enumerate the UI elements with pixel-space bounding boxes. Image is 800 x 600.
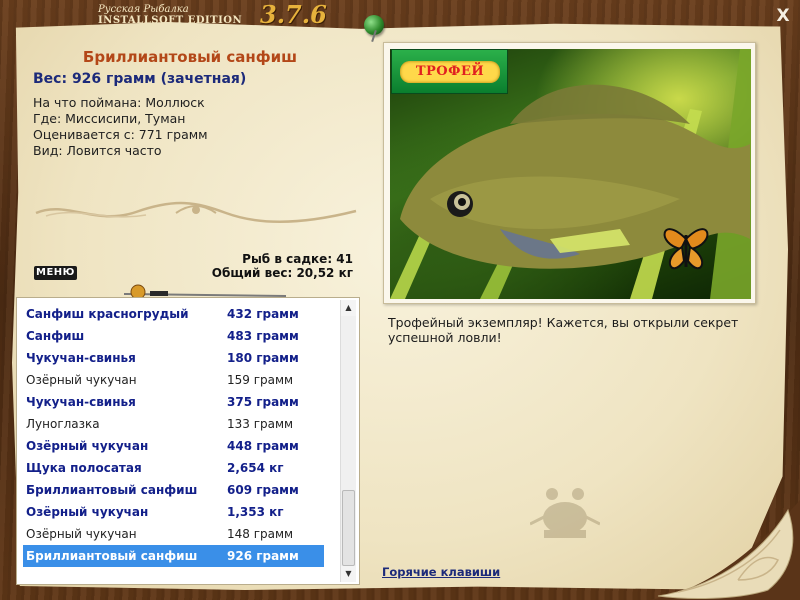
list-item-weight: 2,654 кг bbox=[227, 461, 284, 475]
scroll-down-arrow-icon[interactable]: ▼ bbox=[341, 566, 356, 582]
logo-line-1: Русская Рыбалка bbox=[98, 4, 189, 15]
trophy-badge-label: ТРОФЕЙ bbox=[400, 61, 500, 83]
trophy-description: Трофейный экземпляр! Кажется, вы открыли… bbox=[388, 315, 739, 345]
list-item[interactable]: Чукучан-свинья 375 грамм bbox=[23, 391, 323, 413]
list-item-name: Озёрный чукучан bbox=[26, 439, 149, 453]
scroll-up-arrow-icon[interactable]: ▲ bbox=[341, 300, 356, 316]
list-item-name: Бриллиантовый санфиш bbox=[26, 483, 198, 497]
list-item-weight: 1,353 кг bbox=[227, 505, 284, 519]
list-item-weight: 609 грамм bbox=[227, 483, 299, 497]
trophy-badge: ТРОФЕЙ bbox=[391, 49, 508, 94]
catch-count: Рыб в садке: 41 bbox=[242, 252, 353, 266]
list-item-name: Чукучан-свинья bbox=[26, 351, 136, 365]
catch-list[interactable]: Санфиш красногрудый 432 грамм Санфиш 483 гр… bbox=[16, 297, 360, 585]
list-item-name: Озёрный чукучан bbox=[26, 527, 137, 541]
list-item[interactable]: Санфиш 483 грамм bbox=[23, 325, 323, 347]
list-item-name: Санфиш красногрудый bbox=[26, 307, 189, 321]
list-item-name: Чукучан-свинья bbox=[26, 395, 136, 409]
list-item-name: Щука полосатая bbox=[26, 461, 142, 475]
scrollbar-thumb[interactable] bbox=[342, 490, 355, 566]
fish-valued: Оценивается с: 771 грамм bbox=[33, 127, 208, 142]
list-item-weight: 926 грамм bbox=[227, 549, 299, 563]
logo-version: 3.7.6 bbox=[260, 0, 327, 29]
list-item-weight: 375 грамм bbox=[227, 395, 299, 409]
list-item-name: Бриллиантовый санфиш bbox=[26, 549, 198, 563]
list-item[interactable]: Озёрный чукучан 159 грамм bbox=[23, 369, 323, 391]
page-curl-icon bbox=[648, 500, 800, 600]
hotkeys-link[interactable]: Горячие клавиши bbox=[382, 565, 500, 579]
list-item-weight: 432 грамм bbox=[227, 307, 299, 321]
list-item-weight: 148 грамм bbox=[227, 527, 294, 541]
list-item-weight: 448 грамм bbox=[227, 439, 299, 453]
fish-bait: На что поймана: Моллюск bbox=[33, 95, 205, 110]
list-item-weight: 133 грамм bbox=[227, 417, 294, 431]
list-item-weight: 159 грамм bbox=[227, 373, 294, 387]
list-item[interactable]: Озёрный чукучан 1,353 кг bbox=[23, 501, 323, 523]
ornament-divider-icon bbox=[35, 201, 357, 223]
close-button[interactable]: X bbox=[773, 6, 793, 26]
list-item[interactable]: Озёрный чукучан 448 грамм bbox=[23, 435, 323, 457]
fish-name: Бриллиантовый санфиш bbox=[82, 48, 298, 66]
list-item[interactable]: Санфиш красногрудый 432 грамм bbox=[23, 303, 323, 325]
fisherman-watermark-icon bbox=[530, 488, 600, 538]
list-item[interactable]: Бриллиантовый санфиш 609 грамм bbox=[23, 479, 323, 501]
list-item[interactable]: Щука полосатая 2,654 кг bbox=[23, 457, 323, 479]
list-item[interactable]: Чукучан-свинья 180 грамм bbox=[23, 347, 323, 369]
list-item-name: Санфиш bbox=[26, 329, 85, 343]
fish-kind: Вид: Ловится часто bbox=[33, 143, 162, 158]
menu-button[interactable]: МЕНЮ bbox=[34, 266, 77, 280]
list-item[interactable]: Бриллиантовый санфиш 926 грамм bbox=[23, 545, 324, 567]
list-item-weight: 180 грамм bbox=[227, 351, 299, 365]
list-item[interactable]: Луноглазка 133 грамм bbox=[23, 413, 323, 435]
list-item[interactable]: Озёрный чукучан 148 грамм bbox=[23, 523, 323, 545]
catch-list-scrollbar[interactable]: ▲ ▼ bbox=[340, 300, 356, 582]
list-item-weight: 483 грамм bbox=[227, 329, 299, 343]
list-item-name: Озёрный чукучан bbox=[26, 373, 137, 387]
fish-weight: Вес: 926 грамм (зачетная) bbox=[33, 71, 247, 87]
catch-total-weight: Общий вес: 20,52 кг bbox=[211, 266, 353, 280]
fish-location: Где: Миссисипи, Туман bbox=[33, 111, 186, 126]
list-item-name: Луноглазка bbox=[26, 417, 100, 431]
list-item-name: Озёрный чукучан bbox=[26, 505, 149, 519]
